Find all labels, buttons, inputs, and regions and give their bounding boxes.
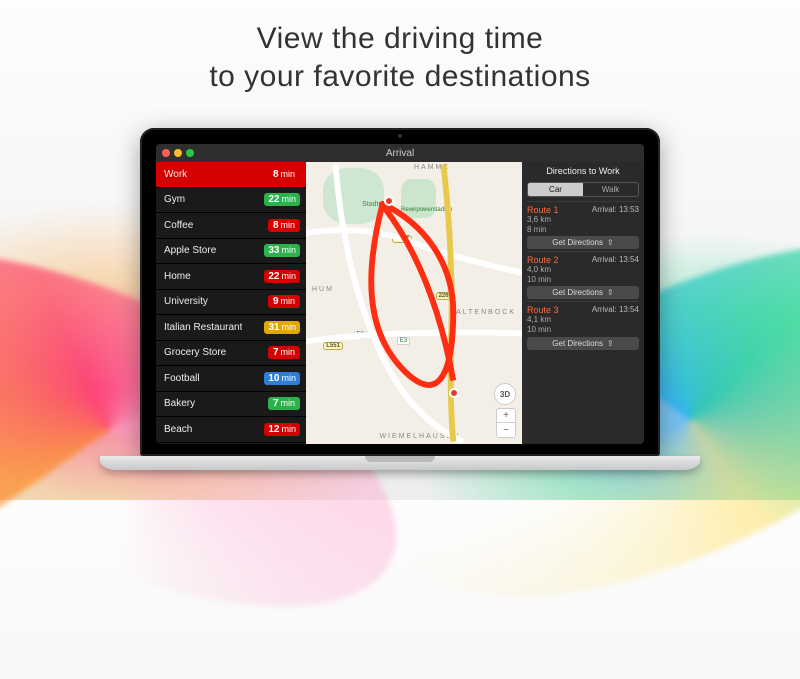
destination-name: Work [164,169,187,180]
route-distance: 4,0 km [527,265,639,275]
share-icon[interactable]: ⇪ [607,288,614,297]
route-distance: 4,1 km [527,315,639,325]
directions-heading: Directions to Work [527,166,639,176]
headline-line-1: View the driving time [0,20,800,58]
destination-name: Beach [164,424,192,435]
destination-name: Football [164,373,200,384]
route-option[interactable]: Route 1 Arrival: 13:533,6 km8 minGet Dire… [527,201,639,251]
map-zoom-control: + − [496,408,516,438]
promo-headline: View the driving time to your favorite d… [0,0,800,95]
get-directions-button[interactable]: Get Directions⇪ [527,286,639,299]
time-badge: 7min [268,397,300,410]
map-pin-origin[interactable] [384,196,394,206]
destination-row[interactable]: Apple Store 33min [156,239,306,265]
route-duration: 10 min [527,275,639,285]
route-distance: 3,6 km [527,215,639,225]
route-arrival: Arrival: 13:54 [592,305,639,315]
destination-name: University [164,296,208,307]
headline-line-2: to your favorite destinations [0,58,800,96]
route-duration: 8 min [527,225,639,235]
time-badge: 22min [264,270,300,283]
map-3d-button[interactable]: 3D [494,383,516,405]
time-badge: 8min [268,168,300,181]
destination-name: Coffee [164,220,193,231]
time-badge: 10min [264,372,300,385]
map-zoom-out[interactable]: − [497,423,515,437]
destination-row[interactable]: Home 22min [156,264,306,290]
map-view[interactable]: HUM WIEMELHAUSEN ALTENBOCK HAMME Stadtpa… [306,162,522,444]
destination-row[interactable]: Work 8min [156,162,306,188]
share-icon[interactable]: ⇪ [607,339,614,348]
route-arrival: Arrival: 13:53 [592,205,639,215]
laptop-camera [398,134,402,138]
destination-row[interactable]: Italian Restaurant 31min [156,315,306,341]
time-badge: 9min [268,295,300,308]
destinations-list: Work 8min Gym 22min Coffee 8min Apple Store 33m… [156,162,306,444]
directions-panel: Directions to Work Car Walk Route 1 Arriv… [522,162,644,444]
mode-walk[interactable]: Walk [583,183,638,196]
time-badge: 22min [264,193,300,206]
map-pin-destination[interactable] [449,388,459,398]
route-arrival: Arrival: 13:54 [592,255,639,265]
route-name: Route 3 [527,305,559,315]
laptop-notch [365,456,435,462]
get-directions-button[interactable]: Get Directions⇪ [527,236,639,249]
destination-row[interactable]: Gym 22min [156,188,306,214]
destination-row[interactable]: Beach 12min [156,417,306,443]
route-option[interactable]: Route 3 Arrival: 13:544,1 km10 min Get Dir… [527,301,639,351]
time-badge: 33min [264,244,300,257]
laptop-base [100,456,700,470]
destination-name: Gym [164,194,185,205]
get-directions-button[interactable]: Get Directions⇪ [527,337,639,350]
destination-name: Apple Store [164,245,216,256]
window-title: Arrival [156,148,644,159]
destination-name: Home [164,271,191,282]
route-name: Route 1 [527,205,559,215]
destination-row[interactable]: Grocery Store 7min [156,341,306,367]
map-roads-svg [306,162,522,444]
destination-name: Bakery [164,398,195,409]
window-titlebar: Arrival [156,144,644,162]
destination-row[interactable]: University 9min [156,290,306,316]
laptop-mock: Arrival Work 8min Gym 22min Coffee 8min Apple … [140,128,660,470]
route-duration: 10 min [527,325,639,335]
time-badge: 8min [268,219,300,232]
destination-row[interactable]: Coffee 8min [156,213,306,239]
time-badge: 31min [264,321,300,334]
laptop-screen-frame: Arrival Work 8min Gym 22min Coffee 8min Apple … [140,128,660,456]
destination-name: Grocery Store [164,347,226,358]
time-badge: 12min [264,423,300,436]
mode-segmented: Car Walk [527,182,639,197]
share-icon[interactable]: ⇪ [607,238,614,247]
app-window: Arrival Work 8min Gym 22min Coffee 8min Apple … [156,144,644,444]
map-zoom-in[interactable]: + [497,409,515,423]
time-badge: 7min [268,346,300,359]
route-name: Route 2 [527,255,559,265]
destination-row[interactable]: Bakery 7min [156,392,306,418]
destination-row[interactable]: Football 10min [156,366,306,392]
route-option[interactable]: Route 2 Arrival: 13:544,0 km10 minGet Dir… [527,251,639,301]
destination-name: Italian Restaurant [164,322,242,333]
mode-car[interactable]: Car [528,183,583,196]
